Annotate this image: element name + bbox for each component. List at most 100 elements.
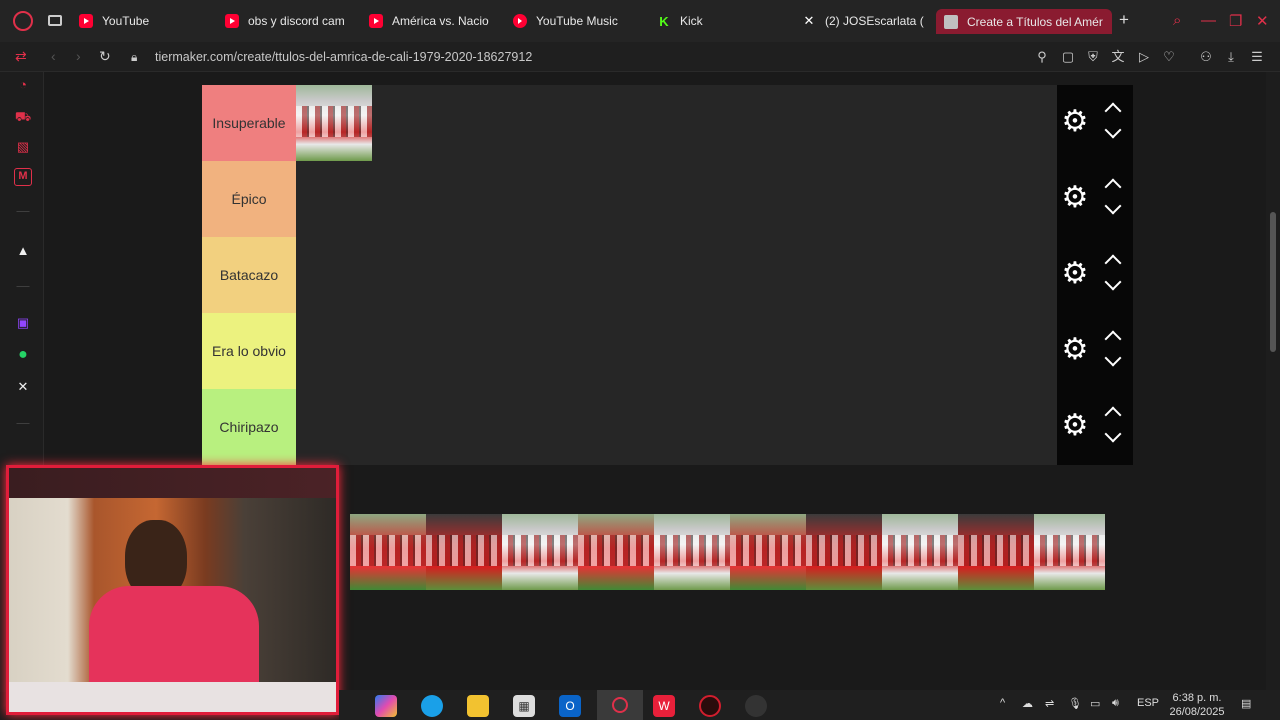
download-icon[interactable]: ⤓ [1223,49,1239,65]
tier-label[interactable]: Épico [202,161,296,237]
stack-icon[interactable]: ▧ [14,138,32,156]
volume-icon[interactable]: 🔊︎ [1112,697,1119,710]
reload-button[interactable]: ↻ [99,48,111,65]
image-pool[interactable] [350,514,1105,590]
url-field[interactable]: tiermaker.com/create/ttulos-del-amrica-d… [155,50,532,64]
tab-youtube-music[interactable]: YouTube Music [513,9,633,33]
usb-icon[interactable]: ⇌ [1045,697,1054,710]
opera-taskbar-button[interactable] [597,690,643,720]
twitch-icon[interactable]: ▣ [14,314,32,332]
address-bar: ⇄ ‹ › ↻ 🔒︎ tiermaker.com/create/ttulos-d… [0,42,1280,72]
chevron-down-icon[interactable] [1103,431,1123,445]
obs-icon[interactable] [745,695,767,717]
gear-icon[interactable]: ⚙ [1060,257,1090,291]
tier-row-epico: Épico ⚙ [202,161,1133,237]
forward-button[interactable]: › [76,48,81,64]
opera-logo-icon[interactable] [13,11,33,31]
speed-dial-icon[interactable]: ◔ [14,76,32,94]
profile-icon[interactable]: ⚇ [1198,49,1214,65]
wps-icon[interactable]: W [653,695,675,717]
close-button[interactable]: ✕ [1256,12,1269,30]
tier-controls: ⚙ [1057,161,1133,237]
menu-icon[interactable]: ☰ [1249,49,1265,65]
pool-item-image[interactable] [882,514,958,590]
heart-icon[interactable]: ♡ [1161,49,1177,65]
new-tab-button[interactable]: + [1119,10,1129,30]
pool-item-image[interactable] [654,514,730,590]
scrollbar-thumb[interactable] [1270,212,1276,352]
tier-controls: ⚙ [1057,237,1133,313]
tab-tiermaker[interactable]: Create a Títulos del Amér [936,9,1112,34]
pin-icon[interactable]: ⚲ [1034,49,1050,65]
tab-x[interactable]: ✕ (2) JOSEscarlata ( [802,9,924,33]
aria-icon[interactable]: ▲ [14,242,32,260]
tab-youtube[interactable]: YouTube [79,9,199,33]
pool-item-image[interactable] [958,514,1034,590]
pool-item-image[interactable] [502,514,578,590]
tab-label: YouTube [102,14,150,28]
onedrive-icon[interactable]: ☁ [1022,697,1033,710]
chevron-down-icon[interactable] [1103,203,1123,217]
back-button[interactable]: ‹ [51,48,56,64]
copilot-icon[interactable] [375,695,397,717]
language-indicator[interactable]: ESP [1137,697,1159,709]
file-explorer-icon[interactable] [467,695,489,717]
x-icon[interactable]: ✕ [14,378,32,396]
tier-items[interactable] [296,85,1057,161]
translate-icon[interactable]: 文 [1110,49,1126,65]
gear-icon[interactable]: ⚙ [1060,409,1090,443]
chevron-down-icon[interactable] [1103,127,1123,141]
tab-obs[interactable]: obs y discord cam [225,9,347,33]
tier-items[interactable] [296,389,1057,465]
pool-item-image[interactable] [730,514,806,590]
pool-item-image[interactable] [1034,514,1105,590]
whatsapp-icon[interactable]: ● [14,346,32,364]
tier-label[interactable]: Chiripazo [202,389,296,465]
pool-item-image[interactable] [578,514,654,590]
tier-item-image[interactable] [296,85,372,161]
chevron-up-icon[interactable] [1103,101,1123,115]
minimize-button[interactable]: — [1201,12,1216,29]
play-icon[interactable]: ▷ [1136,49,1152,65]
snapshot-icon[interactable]: ▢ [1060,49,1076,65]
chevron-up-icon[interactable] [1103,405,1123,419]
store-icon[interactable]: ▦ [513,695,535,717]
tier-label[interactable]: Insuperable [202,85,296,161]
page-scrollbar[interactable] [1266,72,1280,692]
tab-kick[interactable]: K Kick [657,9,737,33]
tray-overflow-icon[interactable]: ^ [1000,697,1005,709]
chevron-up-icon[interactable] [1103,329,1123,343]
network-icon[interactable]: ▭ [1090,697,1100,710]
tier-label[interactable]: Era lo obvio [202,313,296,389]
chevron-up-icon[interactable] [1103,253,1123,267]
chevron-down-icon[interactable] [1103,279,1123,293]
browser-tab-bar: YouTube obs y discord cam América vs. Na… [0,0,1280,42]
app-icon[interactable] [699,695,721,717]
pool-item-image[interactable] [806,514,882,590]
gear-icon[interactable]: ⚙ [1060,181,1090,215]
maximize-button[interactable]: ❐ [1229,12,1242,30]
notifications-icon[interactable]: ▤ [1241,697,1251,710]
bag-icon[interactable]: ⛟ [14,108,32,126]
gear-icon[interactable]: ⚙ [1060,105,1090,139]
mic-icon[interactable]: 🎙︎ [1068,697,1082,710]
chevron-up-icon[interactable] [1103,177,1123,191]
messenger-icon[interactable]: M [14,168,32,186]
gear-icon[interactable]: ⚙ [1060,333,1090,367]
tab-america[interactable]: América vs. Nacio [369,9,491,33]
search-tabs-icon[interactable]: ⌕ [1173,12,1181,29]
outlook-icon[interactable]: O [559,695,581,717]
tier-items[interactable] [296,313,1057,389]
tier-items[interactable] [296,237,1057,313]
edge-icon[interactable] [421,695,443,717]
workspaces-icon[interactable] [48,15,62,26]
tiermaker-icon [944,14,958,29]
pool-item-image[interactable] [350,514,426,590]
tier-items[interactable] [296,161,1057,237]
sync-icon[interactable]: ⇄ [15,48,27,65]
chevron-down-icon[interactable] [1103,355,1123,369]
clock[interactable]: 6:38 p. m. 26/08/2025 [1167,690,1227,720]
pool-item-image[interactable] [426,514,502,590]
adblock-icon[interactable]: ⛨ [1085,49,1101,65]
tier-label[interactable]: Batacazo [202,237,296,313]
